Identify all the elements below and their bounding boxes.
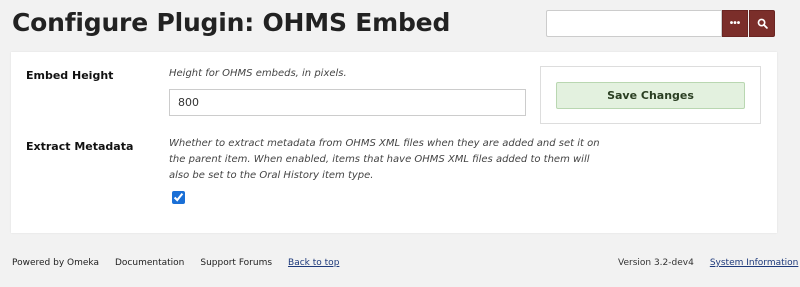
search-input[interactable] — [546, 10, 722, 37]
documentation-link[interactable]: Documentation — [115, 258, 184, 268]
search-submit-button[interactable] — [749, 10, 775, 37]
save-panel: Save Changes — [540, 66, 761, 124]
extract-metadata-explanation: Whether to extract metadata from OHMS XM… — [169, 136, 600, 184]
config-panel: Embed Height Height for OHMS embeds, in … — [11, 52, 777, 233]
support-forums-link[interactable]: Support Forums — [200, 258, 272, 268]
extract-metadata-label: Extract Metadata — [26, 140, 134, 153]
extract-metadata-checkbox[interactable] — [172, 191, 185, 204]
explanation-line: Whether to extract metadata from OHMS XM… — [169, 138, 600, 149]
powered-by-link[interactable]: Powered by Omeka — [12, 258, 99, 268]
footer-links: Powered by Omeka Documentation Support F… — [12, 258, 339, 268]
ellipsis-icon: ••• — [729, 17, 741, 29]
save-changes-button[interactable]: Save Changes — [556, 82, 745, 109]
page-title: Configure Plugin: OHMS Embed — [12, 8, 451, 37]
system-information-link[interactable]: System Information — [710, 258, 799, 268]
explanation-line: the parent item. When enabled, items tha… — [169, 154, 590, 165]
footer-right: Version 3.2-dev4 System Information — [618, 258, 798, 268]
explanation-line: also be set to the Oral History item typ… — [169, 170, 374, 181]
embed-height-label: Embed Height — [26, 69, 114, 82]
advanced-search-button[interactable]: ••• — [722, 10, 748, 37]
embed-height-explanation: Height for OHMS embeds, in pixels. — [169, 68, 347, 79]
back-to-top-link[interactable]: Back to top — [288, 258, 339, 268]
embed-height-input[interactable] — [169, 89, 526, 116]
search-icon — [757, 18, 768, 29]
search-bar: ••• — [546, 10, 775, 37]
version-text: Version 3.2-dev4 — [618, 258, 694, 268]
